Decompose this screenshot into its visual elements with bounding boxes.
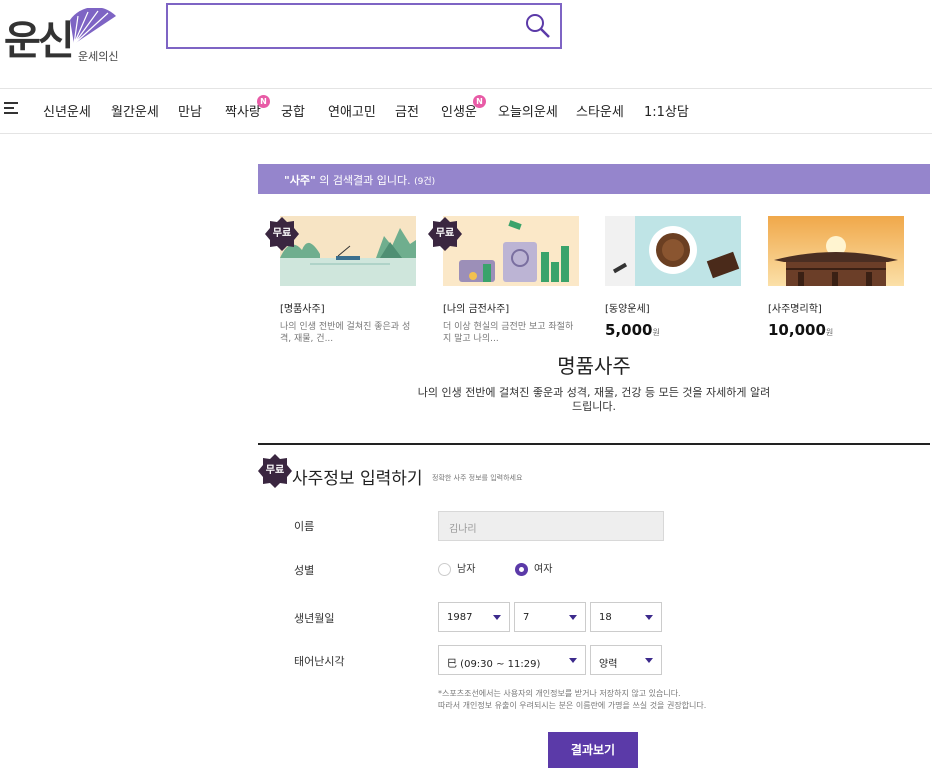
calendar-type-select[interactable]: 양력	[590, 645, 662, 675]
privacy-line: *스포츠조선에서는 사용자의 개인정보를 받거나 저장하지 않고 있습니다.	[438, 689, 681, 698]
search-result-text: 의 검색결과 입니다.	[315, 174, 411, 187]
logo-text: 운신	[4, 17, 75, 64]
nav-item-monthly[interactable]: 월간운세	[111, 101, 159, 120]
section-divider	[258, 443, 930, 445]
product-detail-title: 명품사주	[557, 354, 631, 378]
chevron-down-icon	[493, 615, 501, 620]
name-label: 이름	[294, 520, 315, 533]
nav-label: 1:1상담	[644, 105, 689, 120]
radio-label: 여자	[534, 564, 553, 575]
birth-month-select[interactable]: 7	[514, 602, 586, 632]
logo[interactable]: 운신 운세의신	[4, 8, 124, 64]
nav-item-newyear[interactable]: 신년운세	[43, 101, 91, 120]
product-desc: 나의 인생 전반에 걸쳐진 좋은과 성격, 재물, 건...	[280, 322, 411, 344]
privacy-line: 따라서 개인정보 유출이 우려되시는 분은 이름란에 가명을 쓰실 것을 권장합…	[438, 701, 707, 710]
fan-icon	[70, 8, 116, 45]
product-thumbnail[interactable]	[280, 216, 416, 286]
search-result-count: (9건)	[414, 177, 436, 187]
nav-item-consult[interactable]: 1:1상담	[644, 101, 689, 120]
free-badge: 무료	[265, 217, 299, 251]
select-value: 1987	[447, 612, 473, 623]
nav-item-money[interactable]: 금전	[395, 101, 419, 120]
nav-item-love[interactable]: 연애고민	[328, 101, 376, 120]
gender-radio-male[interactable]: 남자	[438, 560, 475, 576]
nav-item-crush[interactable]: 짝사랑 N	[225, 95, 270, 120]
radio-circle[interactable]	[438, 562, 451, 576]
product-desc: 더 이상 현실의 금전만 보고 좌절하지 말고 나의...	[443, 322, 574, 344]
product-thumbnail[interactable]	[443, 216, 579, 286]
nav-label: 인생운	[441, 105, 477, 120]
birth-time-select[interactable]: 巳 (09:30 ~ 11:29)	[438, 645, 586, 675]
name-field[interactable]: 김나리	[438, 511, 664, 541]
select-value: 巳 (09:30 ~ 11:29)	[447, 659, 541, 670]
birth-year-select[interactable]: 1987	[438, 602, 510, 632]
privacy-note: *스포츠조선에서는 사용자의 개인정보를 받거나 저장하지 않고 있습니다. 따…	[438, 688, 706, 712]
product-detail-desc: 나의 인생 전반에 걸쳐진 좋운과 성격, 재물, 건강 등 모든 것을 자세하…	[417, 386, 771, 413]
search-icon[interactable]	[524, 12, 552, 40]
nav-label: 금전	[395, 105, 419, 120]
product-thumbnail[interactable]	[768, 216, 904, 286]
new-badge: N	[257, 95, 270, 108]
radio-label: 남자	[457, 564, 476, 575]
product-price: 5,000원	[605, 321, 660, 339]
free-badge: 무료	[428, 217, 462, 251]
product-card[interactable]: [나의 금전사주] 더 이상 현실의 금전만 보고 좌절하지 말고 나의...	[443, 216, 579, 345]
select-value: 양력	[599, 659, 618, 670]
search-input[interactable]	[166, 3, 562, 49]
chevron-down-icon	[645, 615, 653, 620]
product-title: [명품사주]	[280, 304, 325, 315]
menu-icon[interactable]	[4, 102, 18, 116]
product-price: 10,000원	[768, 321, 834, 339]
birth-day-select[interactable]: 18	[590, 602, 662, 632]
nav-item-meeting[interactable]: 만남	[178, 101, 202, 120]
product-card[interactable]: [사주명리학] 10,000원	[768, 216, 904, 339]
nav-label: 짝사랑	[225, 105, 261, 120]
search-keyword: "사주"	[284, 174, 316, 187]
nav-label: 연애고민	[328, 105, 376, 120]
nav-label: 오늘의운세	[498, 105, 558, 120]
free-badge: 무료	[258, 454, 292, 488]
nav-label: 스타운세	[576, 105, 624, 120]
nav-label: 월간운세	[111, 105, 159, 120]
form-title: 사주정보 입력하기	[292, 469, 423, 489]
nav-item-life[interactable]: 인생운 N	[441, 95, 486, 120]
search-result-bar: "사주" 의 검색결과 입니다. (9건)	[258, 164, 930, 194]
nav-label: 궁합	[281, 105, 305, 120]
nav-item-compatibility[interactable]: 궁합	[281, 101, 305, 120]
logo-subtext: 운세의신	[78, 50, 119, 63]
form-note: 정확한 사주 정보를 입력하세요	[432, 474, 523, 482]
gender-label: 성별	[294, 564, 315, 577]
nav-label: 신년운세	[43, 105, 91, 120]
select-value: 7	[523, 612, 530, 623]
product-card[interactable]: [명품사주] 나의 인생 전반에 걸쳐진 좋은과 성격, 재물, 건...	[280, 216, 416, 345]
submit-button[interactable]: 결과보기	[548, 732, 638, 768]
birth-label: 생년월일	[294, 612, 335, 625]
time-label: 태어난시각	[294, 655, 345, 668]
product-title: [나의 금전사주]	[443, 304, 510, 315]
product-thumbnail[interactable]	[605, 216, 741, 286]
chevron-down-icon	[569, 658, 577, 663]
product-title: [사주명리학]	[768, 304, 822, 315]
chevron-down-icon	[645, 658, 653, 663]
radio-circle-selected[interactable]	[515, 562, 528, 576]
nav-label: 만남	[178, 105, 202, 120]
main-nav: 신년운세 월간운세 만남 짝사랑 N 궁합 연애고민 금전 인생운 N 오늘의운세 …	[0, 88, 932, 134]
product-card[interactable]: [동양운세] 5,000원	[605, 216, 741, 339]
gender-radio-female[interactable]: 여자	[515, 560, 552, 576]
nav-item-star[interactable]: 스타운세	[576, 101, 624, 120]
select-value: 18	[599, 612, 612, 623]
nav-item-today[interactable]: 오늘의운세	[498, 101, 558, 120]
chevron-down-icon	[569, 615, 577, 620]
new-badge: N	[473, 95, 486, 108]
product-title: [동양운세]	[605, 304, 650, 315]
